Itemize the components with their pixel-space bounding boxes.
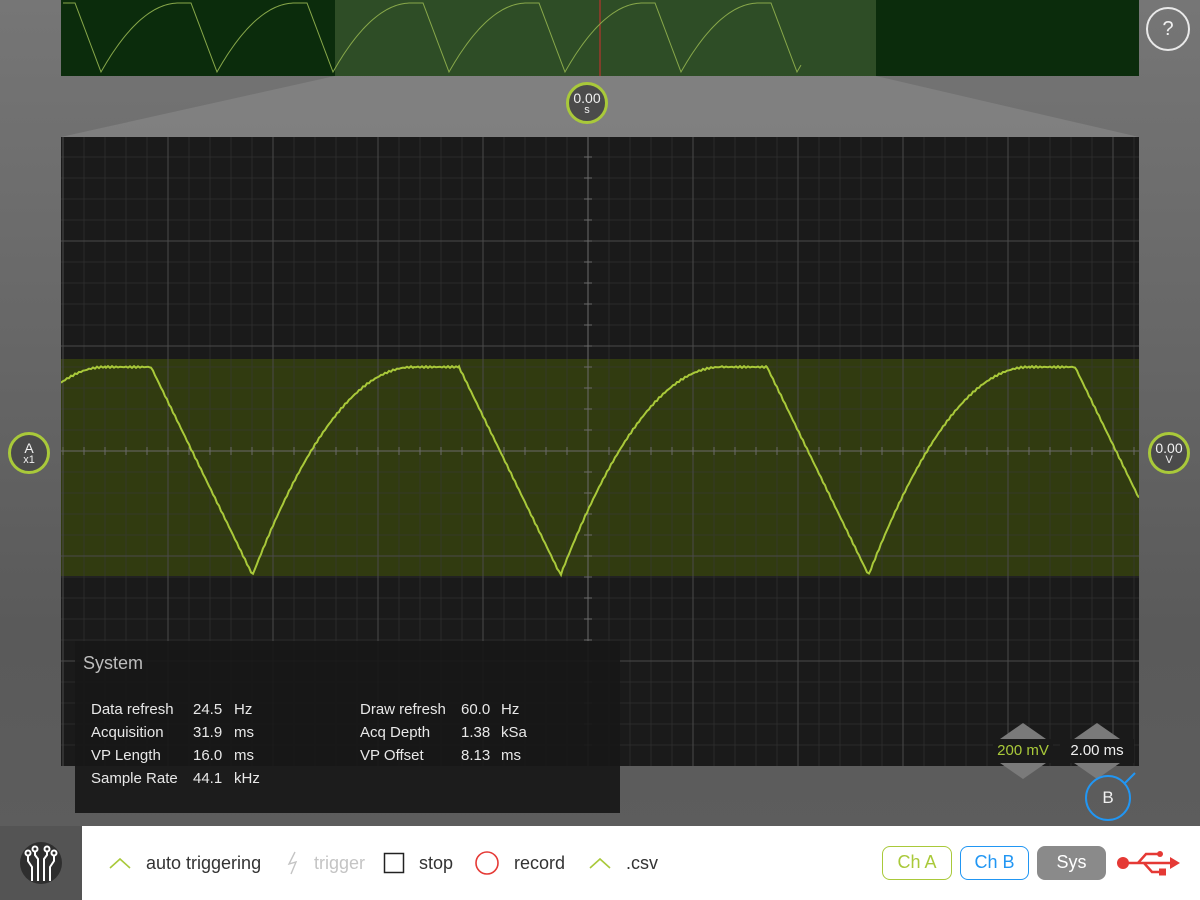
- time-marker-unit: s: [584, 103, 590, 116]
- offset-marker-unit: V: [1165, 453, 1173, 466]
- offset-marker[interactable]: 0.00 V: [1148, 432, 1190, 474]
- checkbox-icon: [383, 852, 405, 874]
- channel-a-marker[interactable]: A x1: [8, 432, 50, 474]
- offset-marker-value: 0.00: [1155, 439, 1183, 456]
- channel-b-marker-label: B: [1102, 788, 1114, 807]
- time-marker-value: 0.00: [573, 89, 601, 106]
- lightning-icon: [287, 851, 298, 875]
- chevron-up-icon: [589, 857, 611, 869]
- bottom-toolbar: auto triggering trigger stop record .csv…: [0, 826, 1200, 900]
- help-button[interactable]: ?: [1146, 7, 1190, 51]
- channel-b-button[interactable]: Ch B: [960, 846, 1029, 880]
- record-label: record: [514, 852, 566, 873]
- record-button[interactable]: record: [474, 826, 565, 900]
- system-panel-title: System: [83, 653, 144, 673]
- voltage-scale[interactable]: 200 mV: [993, 739, 1053, 763]
- time-marker[interactable]: 0.00 s: [566, 82, 608, 124]
- csv-label: .csv: [626, 852, 659, 873]
- scale-controls: 200 mV 2.00 ms: [990, 722, 1138, 780]
- chevron-up-icon: [109, 857, 131, 869]
- logo[interactable]: [0, 826, 82, 900]
- system-panel: System Data refresh 24.5 Hz Acquisition …: [75, 641, 620, 813]
- auto-triggering-label: auto triggering: [146, 852, 262, 873]
- auto-triggering-toggle[interactable]: auto triggering: [108, 826, 261, 900]
- trigger-label: trigger: [314, 852, 366, 873]
- volt-down-arrow[interactable]: [1000, 763, 1046, 779]
- signal-band: [61, 359, 1139, 576]
- circuit-tree-icon: [20, 842, 62, 884]
- trigger-button[interactable]: trigger: [286, 826, 365, 900]
- channel-a-gain: x1: [23, 453, 35, 466]
- system-button[interactable]: Sys: [1037, 846, 1106, 880]
- csv-export[interactable]: .csv: [588, 826, 658, 900]
- stop-toggle[interactable]: stop: [383, 826, 453, 900]
- channel-a-name: A: [24, 439, 34, 456]
- question-icon: ?: [1162, 18, 1174, 40]
- volt-up-arrow[interactable]: [1000, 723, 1046, 739]
- usb-icon: [1117, 851, 1180, 876]
- time-scale[interactable]: 2.00 ms: [1060, 739, 1134, 763]
- time-up-arrow[interactable]: [1074, 723, 1120, 739]
- record-circle-icon: [475, 851, 499, 875]
- stop-label: stop: [419, 852, 454, 873]
- channel-b-notch: [1124, 772, 1136, 784]
- channel-a-button[interactable]: Ch A: [882, 846, 952, 880]
